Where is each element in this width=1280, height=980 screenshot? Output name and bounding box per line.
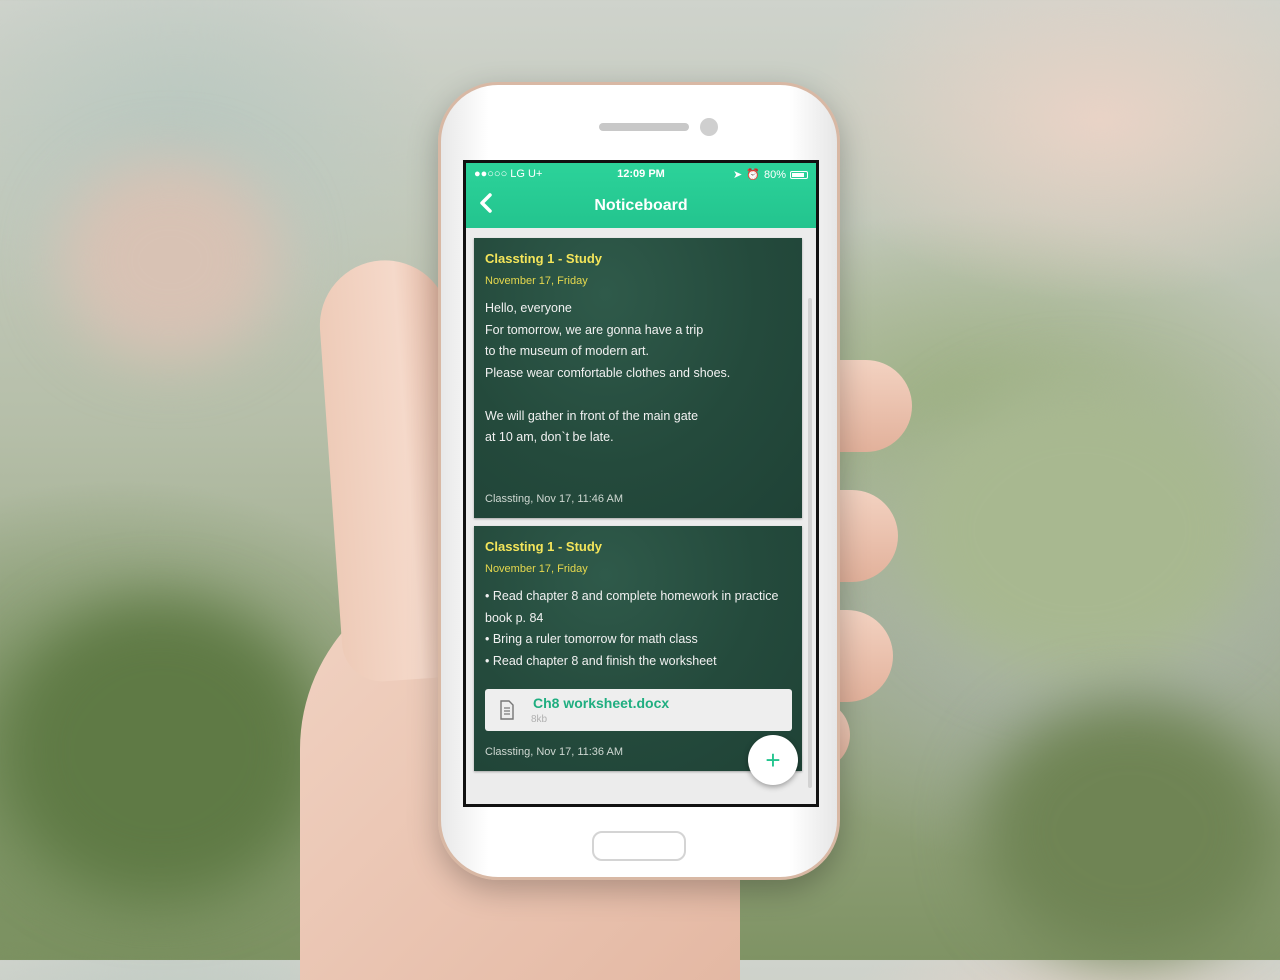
front-camera	[700, 118, 718, 136]
notice-date: November 17, Friday	[485, 563, 588, 575]
notice-date: November 17, Friday	[485, 275, 588, 287]
battery-icon	[790, 170, 808, 179]
plus-icon: +	[765, 745, 781, 775]
notice-line: • Read chapter 8 and finish the workshee…	[485, 653, 717, 668]
scrollbar[interactable]	[808, 298, 812, 788]
background-foliage	[900, 380, 1260, 680]
notice-line: to the museum of modern art.	[485, 344, 649, 358]
notice-footer: Classting, Nov 17, 11:36 AM	[485, 746, 623, 758]
notice-line: • Read chapter 8 and complete homework i…	[485, 589, 779, 603]
battery-percent: 80%	[763, 168, 786, 181]
notice-line: Please wear comfortable clothes and shoe…	[485, 365, 731, 380]
background-foliage	[980, 700, 1280, 960]
notice-line: We will gather in front of the main gate	[485, 408, 699, 423]
notice-title: Classting 1 - Study	[485, 539, 603, 554]
notice-body: • Read chapter 8 and complete homework i…	[485, 586, 795, 672]
notice-line: Hello, everyone	[485, 301, 572, 315]
notice-card[interactable]: Classting 1 - Study November 17, Friday …	[474, 526, 802, 771]
notice-line: • Bring a ruler tomorrow for math class	[485, 632, 698, 646]
notice-line: For tomorrow, we are gonna have a trip	[485, 322, 704, 337]
status-bar: ●●○○○ LG U+ 12:09 PM ➤ ⏰ 80%	[466, 163, 816, 185]
location-icon: ➤	[733, 169, 743, 181]
document-icon	[500, 700, 514, 720]
attachment-item[interactable]: Ch8 worksheet.docx 8kb	[485, 689, 792, 731]
notice-line: book p. 84	[485, 610, 544, 625]
background-foliage	[0, 600, 320, 900]
app-screen: ●●○○○ LG U+ 12:09 PM ➤ ⏰ 80% Noticeboard…	[463, 160, 819, 807]
attachment-name: Ch8 worksheet.docx	[533, 695, 670, 711]
notice-body: Hello, everyone For tomorrow, we are gon…	[485, 298, 795, 449]
home-button[interactable]	[592, 831, 686, 861]
notice-line: at 10 am, don`t be late.	[485, 430, 614, 444]
notice-title: Classting 1 - Study	[485, 251, 603, 266]
status-right: ➤ ⏰ 80%	[733, 168, 808, 181]
notice-card[interactable]: Classting 1 - Study November 17, Friday …	[474, 238, 802, 518]
background-building	[60, 160, 280, 360]
phone-speaker	[599, 123, 689, 131]
add-notice-button[interactable]: +	[748, 735, 798, 785]
page-title: Noticeboard	[594, 197, 688, 214]
notice-list[interactable]: Classting 1 - Study November 17, Friday …	[466, 228, 816, 804]
app-header: ●●○○○ LG U+ 12:09 PM ➤ ⏰ 80% Noticeboard	[466, 163, 816, 228]
attachment-size: 8kb	[531, 714, 548, 725]
alarm-icon: ⏰	[746, 169, 760, 181]
notice-line	[485, 384, 795, 406]
notice-footer: Classting, Nov 17, 11:46 AM	[485, 493, 623, 505]
